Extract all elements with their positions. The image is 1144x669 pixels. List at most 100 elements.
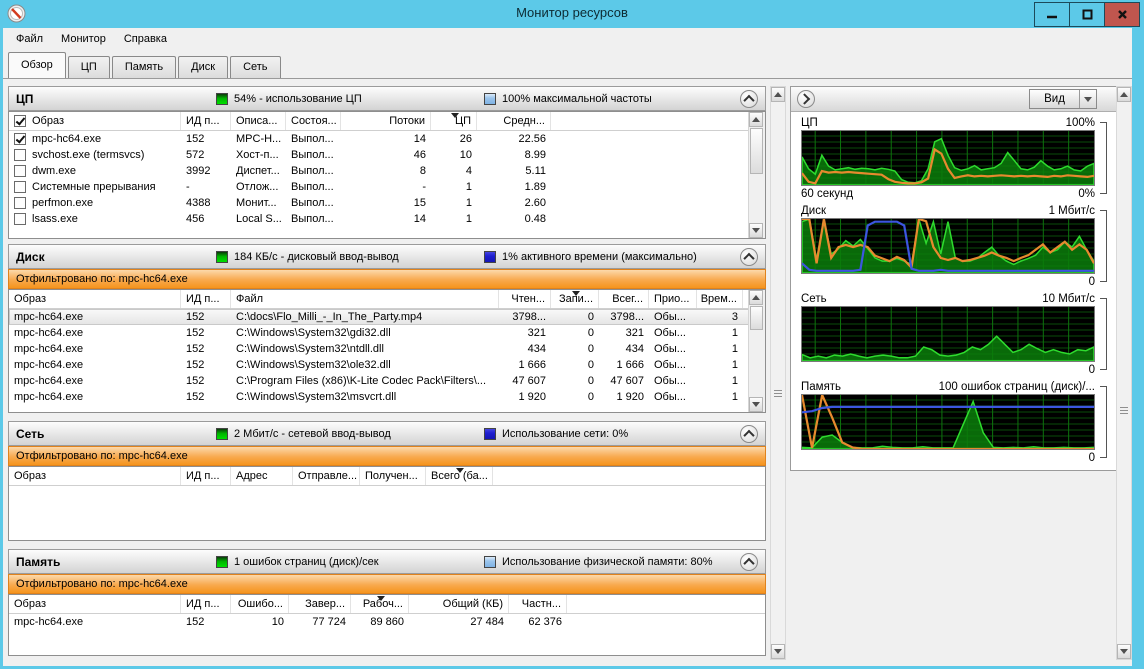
- splitter-grip-icon[interactable]: [774, 390, 782, 398]
- tab-overview[interactable]: Обзор: [8, 52, 66, 78]
- row-checkbox[interactable]: [14, 133, 26, 145]
- column-header[interactable]: Файл: [231, 290, 499, 308]
- table-row[interactable]: dwm.exe3992Диспет...Выпол...845.11: [9, 163, 765, 179]
- column-header[interactable]: Рабоч...: [351, 595, 409, 613]
- cell: 1: [697, 375, 743, 387]
- network-collapse-button[interactable]: [740, 425, 758, 443]
- table-row[interactable]: mpc-hc64.exe152C:\Windows\System32\msvcr…: [9, 389, 765, 405]
- table-row[interactable]: mpc-hc64.exe152C:\Windows\System32\ole32…: [9, 357, 765, 373]
- titlebar[interactable]: Монитор ресурсов: [0, 0, 1144, 28]
- table-row[interactable]: mpc-hc64.exe152C:\Windows\System32\ntdll…: [9, 341, 765, 357]
- column-header[interactable]: Образ: [9, 595, 181, 613]
- panel-expand-button[interactable]: [797, 90, 815, 108]
- column-header[interactable]: Образ: [9, 467, 181, 485]
- disk-collapse-button[interactable]: [740, 248, 758, 266]
- row-checkbox[interactable]: [14, 149, 26, 161]
- right-pane-scrollbar[interactable]: [1116, 86, 1132, 660]
- memory-section-header[interactable]: Память 1 ошибок страниц (диск)/сек Испол…: [8, 549, 766, 574]
- menu-file[interactable]: Файл: [7, 30, 52, 48]
- table-row[interactable]: mpc-hc64.exe152C:\docs\Flo_Milli_-_In_Th…: [9, 309, 765, 325]
- cell: mpc-hc64.exe: [9, 375, 181, 387]
- scroll-thumb[interactable]: [750, 306, 763, 330]
- table-row[interactable]: mpc-hc64.exe152C:\Program Files (x86)\K-…: [9, 373, 765, 389]
- close-button[interactable]: [1104, 2, 1140, 27]
- column-header[interactable]: Прио...: [649, 290, 697, 308]
- left-pane-scrollbar[interactable]: [770, 86, 786, 660]
- scroll-up-button[interactable]: [749, 290, 763, 305]
- column-header[interactable]: Всег...: [599, 290, 649, 308]
- chevron-up-icon: [743, 557, 754, 568]
- table-row[interactable]: mpc-hc64.exe152C:\Windows\System32\gdi32…: [9, 325, 765, 341]
- table-row[interactable]: lsass.exe456Local S...Выпол...1410.48: [9, 211, 765, 227]
- scroll-up-button[interactable]: [771, 87, 785, 102]
- column-header[interactable]: Завер...: [289, 595, 351, 613]
- menu-help[interactable]: Справка: [115, 30, 176, 48]
- column-header[interactable]: Средн...: [477, 112, 551, 130]
- cpu-table-scrollbar[interactable]: [748, 112, 765, 238]
- memory-filter-label: Отфильтровано по: mpc-hc64.exe: [16, 578, 188, 590]
- column-header[interactable]: Образ: [9, 112, 181, 130]
- cell: svchost.exe (termsvcs): [9, 149, 181, 161]
- column-header[interactable]: ИД п...: [181, 595, 231, 613]
- menu-monitor[interactable]: Монитор: [52, 30, 115, 48]
- scroll-thumb[interactable]: [750, 128, 763, 174]
- tab-disk[interactable]: Диск: [178, 56, 228, 78]
- scroll-down-button[interactable]: [749, 397, 763, 412]
- cell: C:\Windows\System32\ntdll.dll: [231, 343, 499, 355]
- cell: 26: [431, 133, 477, 145]
- column-header[interactable]: Описа...: [231, 112, 286, 130]
- column-header[interactable]: ИД п...: [181, 467, 231, 485]
- cell: 5.11: [477, 165, 551, 177]
- column-header[interactable]: Состоя...: [286, 112, 341, 130]
- row-checkbox[interactable]: [14, 197, 26, 209]
- minimize-button[interactable]: [1034, 2, 1070, 27]
- cell: 1: [431, 213, 477, 225]
- network-green-legend-icon: [216, 428, 228, 440]
- column-header[interactable]: Чтен...: [499, 290, 551, 308]
- scroll-down-button[interactable]: [749, 223, 763, 238]
- column-header[interactable]: Запи...: [551, 290, 599, 308]
- cell: C:\Program Files (x86)\K-Lite Codec Pack…: [231, 375, 499, 387]
- table-row[interactable]: perfmon.exe4388Монит...Выпол...1512.60: [9, 195, 765, 211]
- column-header[interactable]: ИД п...: [181, 112, 231, 130]
- memory-green-legend-icon: [216, 556, 228, 568]
- column-header[interactable]: Отправле...: [293, 467, 360, 485]
- memory-collapse-button[interactable]: [740, 553, 758, 571]
- disk-section-header[interactable]: Диск 184 КБ/с - дисковый ввод-вывод 1% а…: [8, 244, 766, 269]
- view-dropdown-arrow[interactable]: [1079, 90, 1096, 108]
- graphs-toolbar: Вид: [791, 87, 1119, 112]
- network-section-header[interactable]: Сеть 2 Мбит/с - сетевой ввод-вывод Испол…: [8, 421, 766, 446]
- row-checkbox[interactable]: [14, 181, 26, 193]
- column-header[interactable]: Частн...: [509, 595, 567, 613]
- table-row[interactable]: Системные прерывания-Отлож...Выпол...-11…: [9, 179, 765, 195]
- row-checkbox[interactable]: [14, 213, 26, 225]
- column-header[interactable]: Получен...: [360, 467, 426, 485]
- column-header[interactable]: ИД п...: [181, 290, 231, 308]
- column-header[interactable]: Врем...: [697, 290, 743, 308]
- select-all-checkbox[interactable]: [14, 115, 26, 127]
- scroll-down-button[interactable]: [1117, 644, 1131, 659]
- table-row[interactable]: mpc-hc64.exe152MPC-H...Выпол...142622.56: [9, 131, 765, 147]
- column-header[interactable]: Всего (ба...: [426, 467, 493, 485]
- tab-network[interactable]: Сеть: [230, 56, 280, 78]
- column-header[interactable]: Образ: [9, 290, 181, 308]
- column-header[interactable]: ЦП: [431, 112, 477, 130]
- view-dropdown-button[interactable]: Вид: [1029, 89, 1097, 109]
- column-header[interactable]: Потоки: [341, 112, 431, 130]
- column-header[interactable]: Общий (КБ): [409, 595, 509, 613]
- table-row[interactable]: mpc-hc64.exe1521077 72489 86027 48462 37…: [9, 614, 765, 630]
- row-checkbox[interactable]: [14, 165, 26, 177]
- scroll-up-button[interactable]: [1117, 87, 1131, 102]
- scroll-down-button[interactable]: [771, 644, 785, 659]
- column-header[interactable]: Адрес: [231, 467, 293, 485]
- cpu-collapse-button[interactable]: [740, 90, 758, 108]
- tab-cpu[interactable]: ЦП: [68, 56, 110, 78]
- splitter-grip-icon[interactable]: [1120, 407, 1128, 415]
- cpu-section-header[interactable]: ЦП 54% - использование ЦП 100% максималь…: [8, 86, 766, 111]
- table-row[interactable]: svchost.exe (termsvcs)572Хост-п...Выпол.…: [9, 147, 765, 163]
- scroll-up-button[interactable]: [749, 112, 763, 127]
- column-header[interactable]: Ошибо...: [231, 595, 289, 613]
- tab-memory[interactable]: Память: [112, 56, 176, 78]
- maximize-button[interactable]: [1069, 2, 1105, 27]
- disk-table-scrollbar[interactable]: [748, 290, 765, 412]
